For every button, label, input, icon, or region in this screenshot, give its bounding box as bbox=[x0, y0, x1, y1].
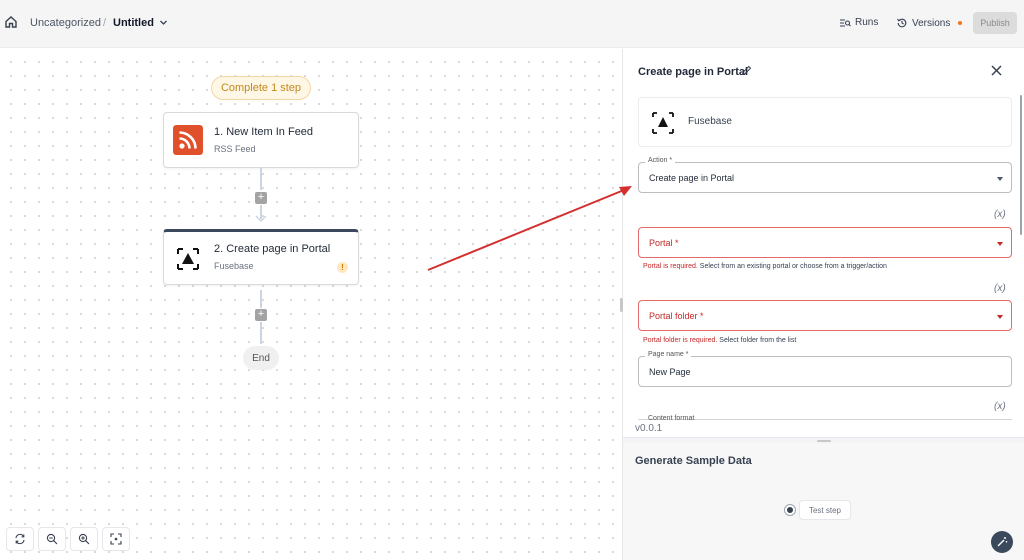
warning-icon: ! bbox=[337, 262, 348, 273]
connector-line bbox=[260, 168, 262, 190]
add-step-button[interactable]: + bbox=[255, 309, 267, 321]
reset-view-button[interactable] bbox=[6, 527, 34, 551]
reset-view-icon bbox=[15, 533, 25, 545]
versions-label: Versions bbox=[912, 17, 951, 29]
connector-line bbox=[260, 290, 262, 308]
versions-button[interactable]: Versions bbox=[896, 17, 963, 29]
fit-view-icon bbox=[110, 533, 122, 545]
unsaved-indicator bbox=[958, 21, 963, 25]
portal-error: Portal is required. Select from an exist… bbox=[643, 263, 887, 270]
flow-step-trigger[interactable]: 1. New Item In Feed RSS Feed bbox=[163, 112, 359, 168]
breadcrumb-folder[interactable]: Uncategorized bbox=[30, 17, 101, 29]
runs-label: Runs bbox=[855, 17, 879, 28]
panel-title: Create page in Portal bbox=[638, 66, 749, 78]
flow-title[interactable]: Untitled bbox=[113, 17, 154, 29]
zoom-controls bbox=[6, 527, 130, 551]
action-select[interactable]: Action * Create page in Portal bbox=[638, 157, 1012, 193]
arrow-down-icon bbox=[255, 215, 267, 223]
content-format-label: Content format bbox=[648, 415, 695, 422]
portal-error-rest: Select from an existing portal or choose… bbox=[697, 263, 887, 270]
page-name-value: New Page bbox=[649, 367, 691, 377]
portal-folder-error: Portal folder is required. Select folder… bbox=[643, 337, 796, 344]
runs-button[interactable]: Runs bbox=[839, 17, 878, 28]
action-select-label: Action * bbox=[645, 157, 676, 164]
formula-toggle-icon[interactable]: (x) bbox=[994, 283, 1006, 294]
sample-data-title: Generate Sample Data bbox=[635, 455, 752, 467]
action-select-value: Create page in Portal bbox=[649, 173, 735, 183]
page-name-input[interactable]: Page name * New Page bbox=[638, 351, 1012, 387]
test-step-radio[interactable] bbox=[784, 504, 796, 516]
chevron-down-icon[interactable] bbox=[159, 18, 168, 27]
history-icon bbox=[897, 18, 907, 28]
test-step-button[interactable]: Test step bbox=[799, 500, 851, 520]
caret-down-icon bbox=[997, 177, 1003, 181]
breadcrumb-separator: / bbox=[103, 17, 107, 29]
portal-folder-error-red: Portal folder is required. bbox=[643, 337, 718, 344]
panel-scrollbar[interactable] bbox=[1020, 95, 1022, 235]
formula-toggle-icon[interactable]: (x) bbox=[994, 209, 1006, 220]
end-node: End bbox=[243, 346, 279, 370]
step-title: 2. Create page in Portal bbox=[214, 243, 331, 255]
portal-folder-select-value: Portal folder * bbox=[649, 311, 704, 321]
magic-wand-icon bbox=[997, 537, 1008, 547]
step-subtitle: Fusebase bbox=[214, 261, 254, 271]
piece-card: Fusebase bbox=[638, 97, 1012, 147]
connector-line bbox=[260, 322, 262, 344]
fusebase-icon bbox=[652, 112, 674, 134]
zoom-out-icon bbox=[46, 533, 58, 545]
portal-error-red: Portal is required. bbox=[643, 263, 698, 270]
portal-select[interactable]: Portal * bbox=[638, 227, 1012, 258]
portal-select-value: Portal * bbox=[649, 238, 679, 248]
portal-folder-error-rest: Select folder from the list bbox=[717, 337, 797, 344]
fusebase-icon bbox=[177, 248, 199, 270]
split-grip bbox=[817, 440, 831, 442]
step-subtitle: RSS Feed bbox=[214, 144, 256, 154]
zoom-in-button[interactable] bbox=[70, 527, 98, 551]
publish-button[interactable]: Publish bbox=[973, 12, 1017, 34]
runs-icon bbox=[840, 18, 851, 27]
step-title: 1. New Item In Feed bbox=[214, 126, 314, 138]
page-name-label: Page name * bbox=[645, 351, 692, 358]
pencil-icon[interactable] bbox=[741, 65, 752, 76]
caret-down-icon bbox=[997, 242, 1003, 246]
flow-step-action[interactable]: 2. Create page in Portal Fusebase ! bbox=[163, 229, 359, 285]
portal-folder-select[interactable]: Portal folder * bbox=[638, 300, 1012, 331]
home-icon[interactable] bbox=[4, 15, 18, 29]
caret-down-icon bbox=[997, 315, 1003, 319]
formula-toggle-icon[interactable]: (x) bbox=[994, 401, 1006, 412]
fit-view-button[interactable] bbox=[102, 527, 130, 551]
add-step-button[interactable]: + bbox=[255, 192, 267, 204]
sample-data-section: Generate Sample Data Test step bbox=[623, 443, 1024, 560]
zoom-in-icon bbox=[78, 533, 90, 545]
status-pill: Complete 1 step bbox=[211, 76, 311, 100]
rss-icon bbox=[173, 125, 203, 155]
close-icon[interactable] bbox=[990, 64, 1003, 77]
piece-name: Fusebase bbox=[688, 116, 732, 127]
top-bar: Uncategorized / Untitled Runs Versions P… bbox=[0, 0, 1024, 48]
piece-version: v0.0.1 bbox=[635, 423, 669, 434]
zoom-out-button[interactable] bbox=[38, 527, 66, 551]
ai-assist-button[interactable] bbox=[991, 531, 1013, 553]
